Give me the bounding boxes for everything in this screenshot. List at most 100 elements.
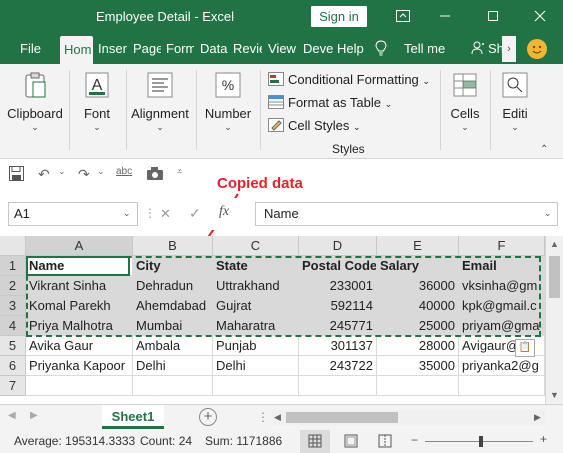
scroll-left-icon[interactable]: ◀ xyxy=(274,412,281,423)
scroll-thumb[interactable] xyxy=(549,256,560,298)
tab-view[interactable]: View xyxy=(268,34,296,64)
sheet-tab-sheet1[interactable]: Sheet1 xyxy=(102,405,164,429)
cell-b3[interactable]: Ahemdabad xyxy=(133,296,213,316)
zoom-out-icon[interactable]: − xyxy=(411,433,418,447)
cell-d5[interactable]: 301137 xyxy=(299,336,377,356)
cell-e2[interactable]: 36000 xyxy=(377,276,459,296)
cell-b2[interactable]: Dehradun xyxy=(133,276,213,296)
cell-b7[interactable] xyxy=(133,376,213,396)
select-all-corner[interactable] xyxy=(0,236,26,256)
tab-file[interactable]: File xyxy=(20,34,44,64)
minimize-icon[interactable] xyxy=(432,4,458,30)
spelling-icon[interactable]: abc xyxy=(116,166,132,177)
enter-icon[interactable]: ✓ xyxy=(189,205,201,222)
add-sheet-icon[interactable]: + xyxy=(199,408,217,426)
cell-f7[interactable] xyxy=(459,376,545,396)
row-header-5[interactable]: 5 xyxy=(0,336,26,356)
cells-group[interactable]: Cells ⌄ xyxy=(444,64,486,154)
normal-view-icon[interactable] xyxy=(300,430,330,453)
cell-a5[interactable]: Avika Gaur xyxy=(26,336,133,356)
cell-c2[interactable]: Uttrakhand xyxy=(213,276,299,296)
cell-b4[interactable]: Mumbai xyxy=(133,316,213,336)
tab-home[interactable]: Hom xyxy=(60,36,93,64)
scroll-right-icon[interactable]: ▶ xyxy=(534,412,541,423)
tab-insert[interactable]: Inser xyxy=(98,34,127,64)
font-group[interactable]: A Font ⌄ xyxy=(72,64,122,154)
cell-a4[interactable]: Priya Malhotra xyxy=(26,316,133,336)
scroll-thumb[interactable] xyxy=(286,412,398,423)
undo-icon[interactable]: ↶ xyxy=(38,166,50,183)
cell-e6[interactable]: 35000 xyxy=(377,356,459,376)
drag-handle-icon[interactable]: ⋮ xyxy=(144,206,156,220)
column-header-a[interactable]: A xyxy=(26,236,133,256)
row-header-2[interactable]: 2 xyxy=(0,276,26,296)
column-header-c[interactable]: C xyxy=(213,236,299,256)
tab-formulas[interactable]: Form xyxy=(166,34,194,64)
chevron-down-icon[interactable]: ⌄ xyxy=(544,208,552,219)
zoom-slider-thumb[interactable] xyxy=(479,436,483,447)
split-handle-icon[interactable]: ⋮ xyxy=(257,410,269,424)
tabs-scroll-right-icon[interactable]: › xyxy=(502,36,516,62)
formula-input[interactable]: Name xyxy=(255,202,558,226)
row-header-7[interactable]: 7 xyxy=(0,376,26,396)
close-icon[interactable] xyxy=(527,4,553,30)
tab-page-layout[interactable]: Page xyxy=(133,34,161,64)
save-icon[interactable] xyxy=(9,166,24,184)
maximize-icon[interactable] xyxy=(480,4,506,30)
cell-d6[interactable]: 243722 xyxy=(299,356,377,376)
camera-icon[interactable] xyxy=(146,166,164,184)
row-header-4[interactable]: 4 xyxy=(0,316,26,336)
tab-help[interactable]: Help xyxy=(337,34,366,64)
chevron-down-icon[interactable]: ⌄ xyxy=(123,208,131,219)
worksheet-grid[interactable]: ABCDEF 1234567 Name City State Postal Code S… xyxy=(0,236,563,404)
cell-d2[interactable]: 233001 xyxy=(299,276,377,296)
page-layout-view-icon[interactable] xyxy=(338,430,364,453)
column-header-e[interactable]: E xyxy=(377,236,459,256)
name-box[interactable]: A1 xyxy=(8,202,138,226)
cell-a6[interactable]: Priyanka Kapoor xyxy=(26,356,133,376)
cell-d4[interactable]: 245771 xyxy=(299,316,377,336)
horizontal-scrollbar[interactable]: ◀ ▶ xyxy=(272,410,545,425)
row-header-3[interactable]: 3 xyxy=(0,296,26,316)
cell-c6[interactable]: Delhi xyxy=(213,356,299,376)
insert-function-icon[interactable]: fx xyxy=(219,204,229,220)
zoom-in-icon[interactable]: + xyxy=(540,432,547,446)
vertical-scrollbar[interactable]: ▲ ▼ xyxy=(545,236,563,404)
cell-a1[interactable]: Name xyxy=(26,256,133,276)
row-header-6[interactable]: 6 xyxy=(0,356,26,376)
scroll-up-icon[interactable]: ▲ xyxy=(550,239,559,249)
column-header-d[interactable]: D xyxy=(299,236,377,256)
paste-options-icon[interactable]: 📋 xyxy=(515,339,535,357)
cell-f3[interactable]: kpk@gmail.c xyxy=(459,296,545,316)
cell-e1[interactable]: Salary xyxy=(377,256,459,276)
cell-styles-button[interactable]: Cell Styles ⌄ xyxy=(268,116,361,136)
ribbon-display-options-icon[interactable] xyxy=(390,4,416,30)
column-header-b[interactable]: B xyxy=(133,236,213,256)
cell-f2[interactable]: vksinha@gm xyxy=(459,276,545,296)
cell-c1[interactable]: State xyxy=(213,256,299,276)
cell-b1[interactable]: City xyxy=(133,256,213,276)
cell-d7[interactable] xyxy=(299,376,377,396)
scroll-down-icon[interactable]: ▼ xyxy=(550,390,559,400)
cell-e3[interactable]: 40000 xyxy=(377,296,459,316)
cell-c7[interactable] xyxy=(213,376,299,396)
sign-in-button[interactable]: Sign in xyxy=(311,6,367,27)
cell-b5[interactable]: Ambala xyxy=(133,336,213,356)
tab-review[interactable]: Revie xyxy=(233,34,262,64)
alignment-group[interactable]: Alignment ⌄ xyxy=(128,64,192,154)
chevron-down-icon[interactable]: ⌄ xyxy=(58,166,66,177)
page-break-view-icon[interactable] xyxy=(372,430,398,453)
clipboard-group[interactable]: Clipboard ⌄ xyxy=(4,64,66,154)
format-as-table-button[interactable]: Format as Table ⌄ xyxy=(268,93,392,113)
prev-sheet-icon[interactable]: ◀ xyxy=(8,410,16,421)
cell-d1[interactable]: Postal Code xyxy=(299,256,377,276)
cell-c4[interactable]: Maharatra xyxy=(213,316,299,336)
cell-e4[interactable]: 25000 xyxy=(377,316,459,336)
cancel-icon[interactable]: ✕ xyxy=(160,206,171,222)
editing-group[interactable]: Editi ⌄ xyxy=(496,64,534,154)
tell-me-search[interactable]: Tell me xyxy=(404,34,454,64)
tab-developer[interactable]: Deve xyxy=(303,34,333,64)
customize-toolbar-icon[interactable]: ⩡ xyxy=(177,166,182,177)
conditional-formatting-button[interactable]: Conditional Formatting ⌄ xyxy=(268,70,430,90)
cell-f1[interactable]: Email xyxy=(459,256,545,276)
